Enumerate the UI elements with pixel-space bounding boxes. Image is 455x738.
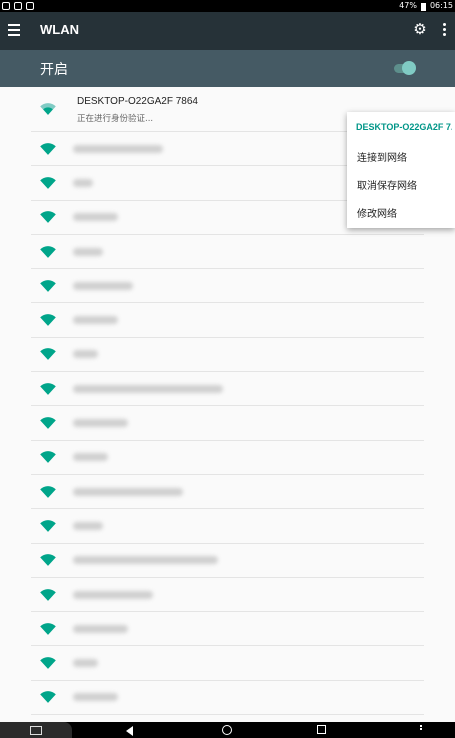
wifi-signal-icon	[40, 451, 56, 464]
home-icon[interactable]	[222, 725, 232, 735]
network-row[interactable]	[31, 612, 424, 647]
wifi-signal-icon	[40, 314, 56, 326]
network-status: 正在进行身份验证...	[77, 114, 154, 124]
obscured-ssid	[73, 693, 118, 702]
obscured-ssid	[73, 350, 98, 359]
network-row[interactable]	[31, 372, 424, 407]
status-bar: 47% 06:15	[0, 0, 455, 12]
network-row[interactable]	[31, 475, 424, 510]
wifi-signal-icon	[40, 588, 56, 601]
network-row[interactable]	[31, 509, 424, 544]
wifi-signal-icon	[40, 554, 56, 567]
wifi-signal-icon	[40, 280, 56, 292]
wifi-signal-icon	[40, 520, 56, 532]
obscured-ssid	[73, 213, 118, 222]
network-row[interactable]	[31, 578, 424, 613]
obscured-ssid	[73, 659, 98, 668]
network-row[interactable]	[31, 406, 424, 441]
wifi-signal-icon	[40, 485, 56, 498]
clock: 06:15	[429, 1, 453, 10]
wifi-signal-icon	[40, 103, 56, 115]
obscured-ssid	[73, 178, 93, 187]
page-title: WLAN	[40, 22, 79, 37]
obscured-ssid	[73, 487, 183, 496]
obscured-ssid	[73, 281, 133, 290]
status-bar-system: 47% 06:15	[399, 0, 453, 12]
mail-shortcut[interactable]	[0, 722, 72, 738]
notification-icon	[2, 2, 10, 10]
wifi-signal-icon	[40, 417, 56, 429]
back-icon[interactable]	[126, 726, 133, 736]
network-ssid: DESKTOP-O22GA2F 7864	[77, 96, 198, 107]
wifi-toggle-thumb[interactable]	[402, 61, 416, 75]
obscured-ssid	[73, 624, 128, 633]
menu-item-connect[interactable]: 连接到网络	[357, 149, 407, 164]
recents-icon[interactable]	[317, 725, 326, 734]
network-row[interactable]	[31, 441, 424, 475]
network-row[interactable]	[31, 544, 424, 578]
network-context-menu: DESKTOP-O22GA2F 7... 连接到网络 取消保存网络 修改网络	[347, 112, 455, 228]
notification-icon	[26, 2, 34, 10]
wifi-signal-icon	[40, 245, 56, 258]
network-row[interactable]	[31, 338, 424, 373]
wifi-signal-icon	[40, 691, 56, 704]
obscured-ssid	[73, 453, 108, 462]
obscured-ssid	[73, 556, 218, 565]
obscured-ssid	[73, 247, 103, 256]
keyboard-indicator-icon	[420, 728, 422, 730]
network-row[interactable]	[31, 681, 424, 716]
wifi-master-switch-bar[interactable]: 开启	[0, 50, 455, 87]
gear-icon[interactable]: ⚙	[412, 21, 428, 37]
obscured-ssid	[73, 144, 163, 153]
wifi-signal-icon	[40, 348, 56, 361]
network-row[interactable]	[31, 646, 424, 681]
wifi-signal-icon	[40, 622, 56, 635]
app-toolbar: WLAN ⚙	[0, 12, 455, 50]
network-row[interactable]	[31, 303, 424, 338]
status-bar-notifications	[2, 0, 34, 10]
mail-icon	[30, 726, 42, 735]
obscured-ssid	[73, 521, 103, 530]
wifi-signal-icon	[40, 211, 56, 224]
obscured-ssid	[73, 590, 153, 599]
obscured-ssid	[73, 419, 128, 428]
menu-item-forget[interactable]: 取消保存网络	[357, 177, 417, 192]
obscured-ssid	[73, 384, 223, 393]
wifi-signal-icon	[40, 657, 56, 669]
menu-item-modify[interactable]: 修改网络	[357, 205, 397, 220]
network-row[interactable]	[31, 235, 424, 270]
wifi-signal-icon	[40, 177, 56, 189]
wifi-switch-label: 开启	[40, 62, 68, 78]
obscured-ssid	[73, 316, 118, 325]
notification-icon	[14, 2, 22, 10]
more-vert-icon[interactable]	[436, 21, 452, 37]
network-row[interactable]	[31, 269, 424, 304]
hamburger-menu-icon[interactable]	[8, 24, 20, 36]
context-menu-title: DESKTOP-O22GA2F 7...	[356, 122, 452, 132]
battery-percent: 47%	[399, 1, 417, 10]
system-nav-bar	[0, 722, 455, 738]
wifi-signal-icon	[40, 382, 56, 395]
battery-icon	[420, 3, 426, 11]
wifi-signal-icon	[40, 142, 56, 155]
